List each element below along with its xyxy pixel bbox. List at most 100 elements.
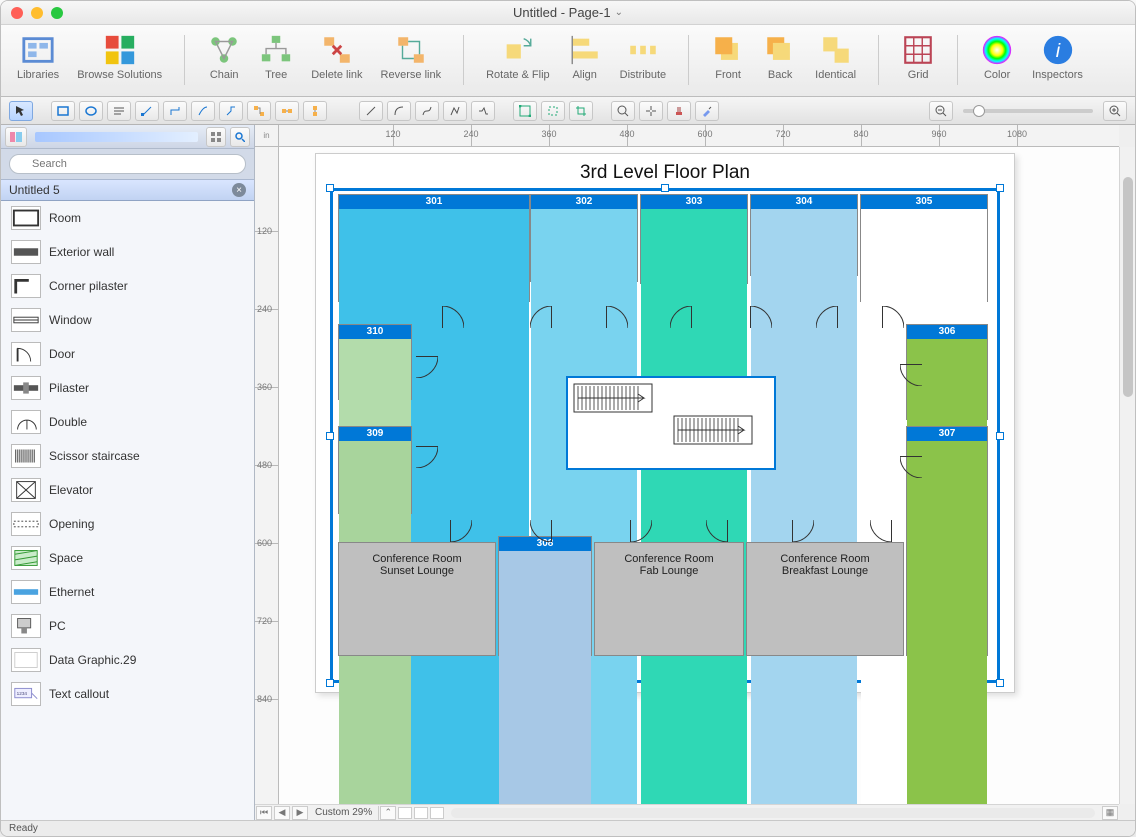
door-icon[interactable]: [670, 306, 692, 328]
door-icon[interactable]: [870, 520, 892, 542]
color-button[interactable]: Color: [976, 31, 1018, 83]
connector-tool-1[interactable]: [135, 101, 159, 121]
selection-handle[interactable]: [996, 679, 1004, 687]
tree-button[interactable]: Tree: [255, 31, 297, 83]
prev-page-button[interactable]: ◀: [274, 806, 290, 820]
library-item[interactable]: Data Graphic.29: [1, 643, 254, 677]
library-item[interactable]: Double: [1, 405, 254, 439]
front-button[interactable]: Front: [707, 31, 749, 83]
page-thumb-2[interactable]: [414, 807, 428, 819]
library-header[interactable]: Untitled 5 ×: [1, 179, 254, 201]
close-library-icon[interactable]: ×: [232, 183, 246, 197]
room[interactable]: 304: [750, 194, 858, 276]
library-item[interactable]: Exterior wall: [1, 235, 254, 269]
door-icon[interactable]: [442, 306, 464, 328]
page[interactable]: 3rd Level Floor Plan 3013023033043053103…: [315, 153, 1015, 693]
room[interactable]: 310: [338, 324, 412, 400]
door-icon[interactable]: [816, 306, 838, 328]
floor-plan[interactable]: 301302303304305310309306307308Conference…: [330, 188, 1000, 683]
door-icon[interactable]: [706, 520, 728, 542]
door-icon[interactable]: [530, 306, 552, 328]
library-item[interactable]: PC: [1, 609, 254, 643]
zoom-stepper[interactable]: ⌃: [380, 806, 396, 820]
door-icon[interactable]: [416, 446, 438, 468]
room[interactable]: 302: [530, 194, 638, 282]
zoom-in-button[interactable]: [1103, 101, 1127, 121]
align-button[interactable]: Align: [564, 31, 606, 83]
distribute-button[interactable]: Distribute: [616, 31, 670, 83]
next-page-button[interactable]: ▶: [292, 806, 308, 820]
connector-tool-2[interactable]: [163, 101, 187, 121]
page-thumb-1[interactable]: [398, 807, 412, 819]
zoom-tool[interactable]: [611, 101, 635, 121]
stair-elevator-core[interactable]: [566, 376, 776, 470]
connector-tool-5[interactable]: [247, 101, 271, 121]
ellipse-tool[interactable]: [79, 101, 103, 121]
rotate-flip-button[interactable]: Rotate & Flip: [482, 31, 554, 83]
library-item[interactable]: Pilaster: [1, 371, 254, 405]
door-icon[interactable]: [630, 520, 652, 542]
libraries-button[interactable]: Libraries: [13, 31, 63, 83]
close-window-button[interactable]: [11, 7, 23, 19]
search-input[interactable]: [9, 154, 246, 174]
zoom-out-button[interactable]: [929, 101, 953, 121]
conference-room[interactable]: Conference RoomFab Lounge: [594, 542, 744, 656]
selection-handle[interactable]: [326, 432, 334, 440]
conference-room[interactable]: Conference RoomBreakfast Lounge: [746, 542, 904, 656]
identical-button[interactable]: Identical: [811, 31, 860, 83]
library-item[interactable]: Ethernet: [1, 575, 254, 609]
bezier-tool[interactable]: [443, 101, 467, 121]
connector-tool-3[interactable]: [191, 101, 215, 121]
reverse-link-button[interactable]: Reverse link: [377, 31, 446, 83]
library-item[interactable]: Space: [1, 541, 254, 575]
door-icon[interactable]: [900, 456, 922, 478]
pan-tool[interactable]: [639, 101, 663, 121]
grid-view-icon[interactable]: [206, 127, 226, 147]
page-grid-button[interactable]: ▦: [1102, 806, 1118, 820]
polyline-tool[interactable]: [471, 101, 495, 121]
door-icon[interactable]: [750, 306, 772, 328]
line-tool[interactable]: [359, 101, 383, 121]
zoom-slider[interactable]: [963, 109, 1093, 113]
conference-room[interactable]: Conference RoomSunset Lounge: [338, 542, 496, 656]
ruler-vertical[interactable]: 120240360480600720840: [255, 147, 279, 804]
search-toggle-icon[interactable]: [230, 127, 250, 147]
connector-tool-6[interactable]: [275, 101, 299, 121]
library-list[interactable]: RoomExterior wallCorner pilasterWindow Do…: [1, 201, 254, 820]
room[interactable]: 305: [860, 194, 988, 302]
library-item[interactable]: Room: [1, 201, 254, 235]
library-item[interactable]: Scissor staircase: [1, 439, 254, 473]
window-title[interactable]: Untitled - Page-1 ⌄: [513, 5, 623, 20]
library-item[interactable]: Window: [1, 303, 254, 337]
text-tool[interactable]: [107, 101, 131, 121]
door-icon[interactable]: [450, 520, 472, 542]
zoom-window-button[interactable]: [51, 7, 63, 19]
selection-handle[interactable]: [326, 679, 334, 687]
minimize-window-button[interactable]: [31, 7, 43, 19]
selection-handle[interactable]: [996, 184, 1004, 192]
door-icon[interactable]: [792, 520, 814, 542]
grid-button[interactable]: Grid: [897, 31, 939, 83]
door-icon[interactable]: [900, 364, 922, 386]
door-icon[interactable]: [530, 520, 552, 542]
connector-tool-7[interactable]: [303, 101, 327, 121]
spline-tool[interactable]: [415, 101, 439, 121]
rect-tool[interactable]: [51, 101, 75, 121]
ruler-horizontal[interactable]: 1202403604806007208409601080: [279, 125, 1119, 147]
delete-link-button[interactable]: Delete link: [307, 31, 366, 83]
crop-tool[interactable]: [569, 101, 593, 121]
stamp-tool[interactable]: [667, 101, 691, 121]
library-item[interactable]: Opening: [1, 507, 254, 541]
selection-handle[interactable]: [661, 184, 669, 192]
zoom-label[interactable]: Custom 29%: [309, 806, 379, 820]
horizontal-scrollbar[interactable]: [451, 808, 1095, 818]
door-icon[interactable]: [882, 306, 904, 328]
pointer-tool[interactable]: [9, 101, 33, 121]
selection-handle[interactable]: [326, 184, 334, 192]
chain-button[interactable]: Chain: [203, 31, 245, 83]
arc-tool[interactable]: [387, 101, 411, 121]
canvas[interactable]: 3rd Level Floor Plan 3013023033043053103…: [279, 147, 1119, 804]
library-item[interactable]: Corner pilaster: [1, 269, 254, 303]
first-page-button[interactable]: ⏮: [256, 806, 272, 820]
edit-segments-tool[interactable]: [541, 101, 565, 121]
